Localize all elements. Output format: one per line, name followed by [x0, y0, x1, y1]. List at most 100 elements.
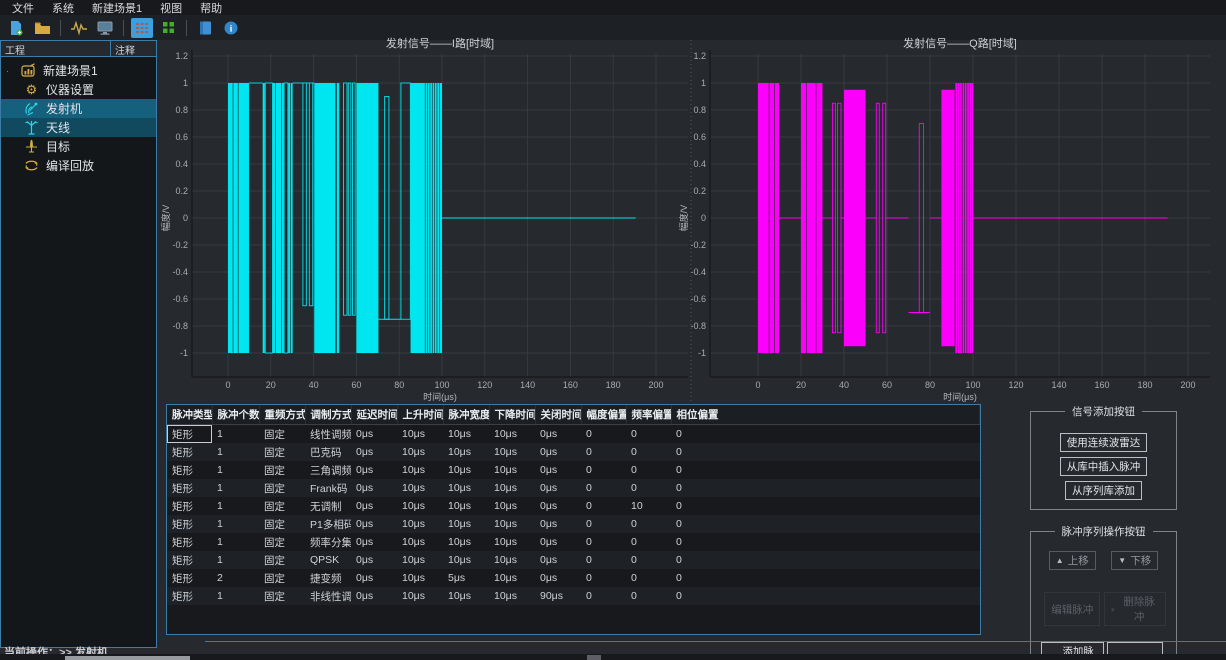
table-cell[interactable]: 0μs [535, 424, 581, 443]
table-cell[interactable]: 0 [626, 479, 671, 497]
table-cell[interactable]: 矩形 [167, 424, 212, 443]
table-cell[interactable]: 矩形 [167, 461, 212, 479]
table-cell[interactable]: 三角调频 [305, 461, 351, 479]
table-cell[interactable]: 固定 [259, 515, 305, 533]
table-row[interactable]: 矩形 1 固定 三角调频 0μs 10μs 10μs 10μs 0μs 0 0 0 [167, 461, 980, 479]
table-cell[interactable]: 线性调频 [305, 424, 351, 443]
table-cell[interactable]: 矩形 [167, 551, 212, 569]
table-cell[interactable]: 10μs [489, 461, 535, 479]
table-cell[interactable]: 矩形 [167, 569, 212, 587]
table-cell[interactable]: 0 [671, 515, 980, 533]
table-row[interactable]: 矩形 1 固定 P1多相码 0μs 10μs 10μs 10μs 0μs 0 0 0 [167, 515, 980, 533]
table-cell[interactable]: 10μs [489, 569, 535, 587]
table-cell[interactable]: 0 [581, 424, 626, 443]
table-cell[interactable]: P1多相码 [305, 515, 351, 533]
table-cell[interactable]: Frank码 [305, 479, 351, 497]
table-cell[interactable]: 1 [212, 497, 259, 515]
table-cell[interactable]: 0 [671, 533, 980, 551]
table-cell[interactable]: 10μs [397, 497, 443, 515]
tree-item-antenna[interactable]: 天线 [1, 118, 156, 137]
table-cell[interactable]: 0 [671, 569, 980, 587]
table-cell[interactable]: 0 [671, 551, 980, 569]
table-cell[interactable]: 0 [671, 497, 980, 515]
table-cell[interactable]: 10μs [397, 461, 443, 479]
table-column-header[interactable]: 上升时间 [397, 405, 444, 425]
table-row[interactable]: 矩形 1 固定 Frank码 0μs 10μs 10μs 10μs 0μs 0 0 0 [167, 479, 980, 497]
table-cell[interactable]: 0 [581, 443, 626, 461]
table-cell[interactable]: 0μs [351, 515, 397, 533]
table-cell[interactable]: 0 [671, 461, 980, 479]
table-cell[interactable]: 2 [212, 569, 259, 587]
menu-view[interactable]: 视图 [152, 0, 190, 16]
monitor-icon[interactable] [94, 18, 116, 38]
sidebar-header-project[interactable]: 工程 [1, 41, 111, 57]
table-column-header[interactable]: 调制方式 [305, 405, 352, 425]
table-cell[interactable]: 1 [212, 461, 259, 479]
table-cell[interactable]: 10μs [489, 587, 535, 605]
table-cell[interactable]: 10μs [397, 515, 443, 533]
info-icon[interactable]: i [220, 18, 242, 38]
table-cell[interactable]: 0 [581, 533, 626, 551]
table-cell[interactable]: 10μs [397, 533, 443, 551]
table-row[interactable]: 矩形 2 固定 捷变频 0μs 10μs 5μs 10μs 0μs 0 0 0 [167, 569, 980, 587]
table-cell[interactable]: 10μs [397, 443, 443, 461]
table-cell[interactable]: 10μs [397, 569, 443, 587]
table-cell[interactable]: 0μs [351, 551, 397, 569]
table-cell[interactable]: 捷变频 [305, 569, 351, 587]
tree-item-compile-replay[interactable]: 编译回放 [1, 156, 156, 175]
table-cell[interactable]: 0μs [535, 479, 581, 497]
table-cell[interactable]: 固定 [259, 479, 305, 497]
table-cell[interactable]: 0 [671, 587, 980, 605]
table-cell[interactable]: 0μs [535, 533, 581, 551]
table-cell[interactable]: 10μs [397, 479, 443, 497]
grid-dots-icon[interactable] [157, 18, 179, 38]
table-cell[interactable]: 0 [671, 479, 980, 497]
table-cell[interactable]: 0 [581, 497, 626, 515]
table-cell[interactable]: 10 [626, 497, 671, 515]
table-cell[interactable]: 0μs [351, 479, 397, 497]
table-row[interactable]: 矩形 1 固定 QPSK 0μs 10μs 10μs 10μs 0μs 0 0 0 [167, 551, 980, 569]
table-cell[interactable]: 非线性调频 [305, 587, 351, 605]
table-cell[interactable]: 0 [626, 569, 671, 587]
table-column-header[interactable]: 关闭时间 [535, 405, 582, 425]
table-cell[interactable]: 矩形 [167, 533, 212, 551]
sidebar-header-note[interactable]: 注释 [111, 41, 139, 57]
table-column-header[interactable]: 延迟时间 [351, 405, 398, 425]
table-cell[interactable]: 0 [626, 587, 671, 605]
table-cell[interactable]: 0 [581, 461, 626, 479]
table-cell[interactable]: 矩形 [167, 515, 212, 533]
table-cell[interactable]: 固定 [259, 443, 305, 461]
document-icon[interactable] [194, 18, 216, 38]
table-cell[interactable]: 0 [626, 533, 671, 551]
table-column-header[interactable]: 相位偏置 [671, 405, 980, 425]
table-cell[interactable]: 5μs [443, 569, 489, 587]
table-column-header[interactable]: 重频方式 [259, 405, 306, 425]
table-cell[interactable]: 10μs [397, 424, 443, 443]
table-cell[interactable]: 1 [212, 443, 259, 461]
table-cell[interactable]: 矩形 [167, 497, 212, 515]
table-cell[interactable]: 0 [626, 461, 671, 479]
table-cell[interactable]: 10μs [489, 443, 535, 461]
delete-pulse-button[interactable]: ● 删除脉冲 [1103, 592, 1166, 626]
table-cell[interactable]: 0 [581, 587, 626, 605]
table-column-header[interactable]: 下降时间 [489, 405, 536, 425]
table-cell[interactable]: 0 [626, 551, 671, 569]
table-row[interactable]: 矩形 1 固定 无调制 0μs 10μs 10μs 10μs 0μs 0 10 0 [167, 497, 980, 515]
table-cell[interactable]: 10μs [397, 551, 443, 569]
menu-help[interactable]: 帮助 [192, 0, 230, 16]
tree-item-transmitter[interactable]: 发射机 [1, 99, 156, 118]
table-cell[interactable]: 无调制 [305, 497, 351, 515]
table-cell[interactable]: 10μs [489, 551, 535, 569]
table-cell[interactable]: 10μs [489, 424, 535, 443]
table-cell[interactable]: 0μs [351, 443, 397, 461]
table-cell[interactable]: 矩形 [167, 587, 212, 605]
table-cell[interactable]: 10μs [443, 515, 489, 533]
table-cell[interactable]: 1 [212, 587, 259, 605]
tree-item-target[interactable]: 目标 [1, 137, 156, 156]
table-cell[interactable]: 10μs [443, 479, 489, 497]
table-cell[interactable]: 矩形 [167, 479, 212, 497]
table-cell[interactable]: 频率分集 [305, 533, 351, 551]
cw-radar-button[interactable]: 使用连续波雷达 [1059, 433, 1148, 452]
table-cell[interactable]: 0μs [351, 533, 397, 551]
table-cell[interactable]: 0 [626, 424, 671, 443]
